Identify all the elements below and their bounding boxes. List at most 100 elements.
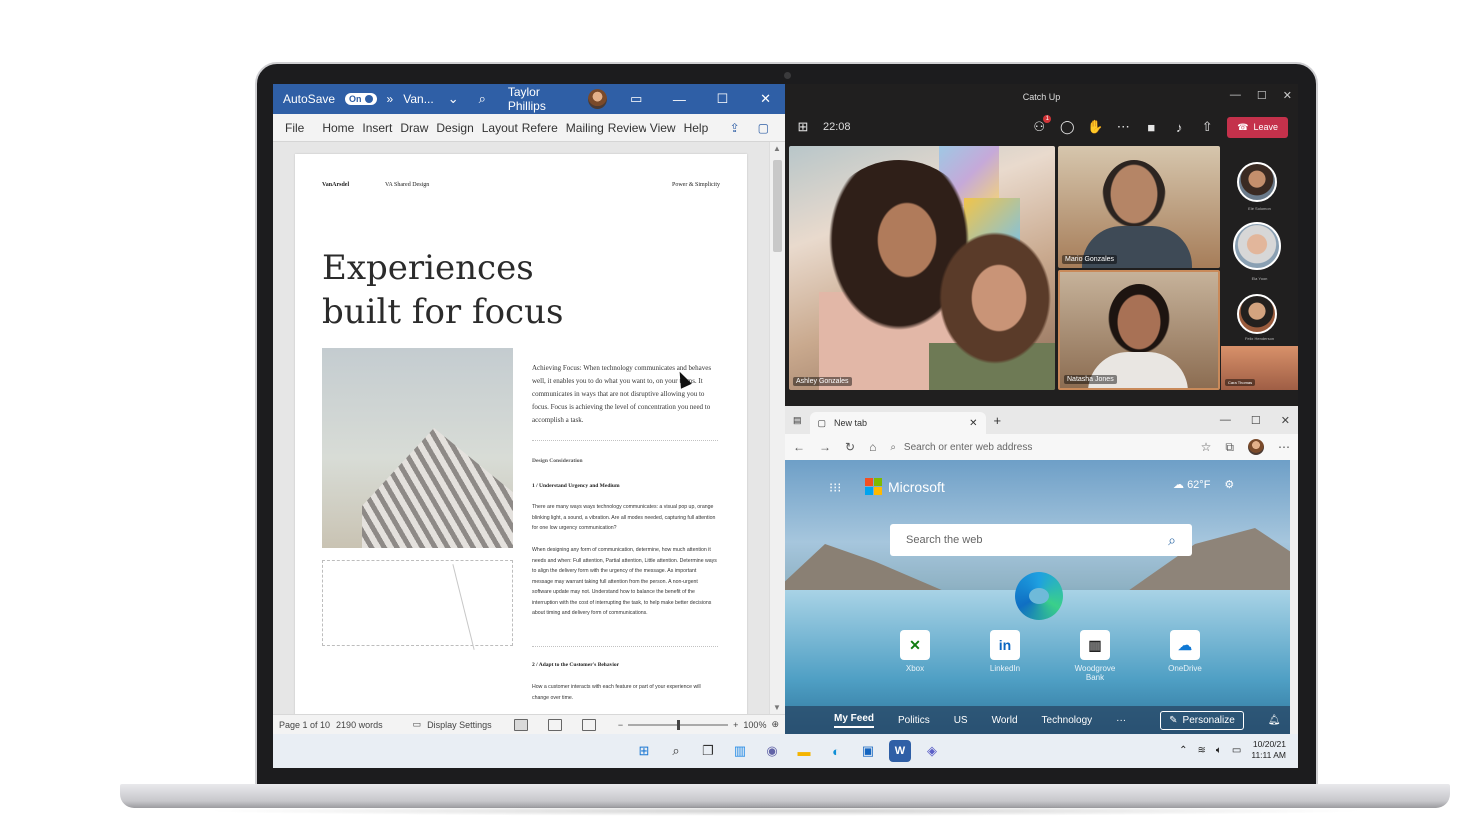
minimize-icon[interactable]: — — [670, 92, 689, 107]
minimize-icon[interactable]: — — [1230, 89, 1241, 102]
widgets-icon[interactable]: ▥ — [729, 740, 751, 762]
wifi-icon[interactable]: ≋ — [1198, 745, 1206, 756]
tab-view[interactable]: View — [646, 121, 680, 135]
start-icon[interactable]: ⊞ — [633, 740, 655, 762]
read-mode-icon[interactable] — [513, 718, 528, 731]
notifications-icon[interactable]: 🔔︎ — [1268, 715, 1281, 726]
tab-home[interactable]: Home — [318, 121, 358, 135]
participant-avatar[interactable] — [1237, 294, 1277, 334]
feed-tab-my-feed[interactable]: My Feed — [834, 713, 875, 728]
quick-link-linkedin[interactable]: in LinkedIn — [975, 630, 1035, 682]
web-search-box[interactable]: Search the web ⌕ — [890, 524, 1192, 556]
new-tab-button[interactable]: + — [994, 413, 1002, 428]
store-icon[interactable]: ▣ — [857, 740, 879, 762]
close-tab-icon[interactable]: ✕ — [969, 418, 977, 429]
user-avatar[interactable] — [587, 89, 607, 109]
favorites-icon[interactable]: ☆ — [1201, 440, 1212, 454]
word-icon[interactable]: W — [889, 740, 911, 762]
image-placeholder[interactable] — [322, 560, 513, 650]
tab-mailings[interactable]: Mailing — [562, 121, 604, 135]
feed-tab-world[interactable]: World — [992, 715, 1018, 726]
maximize-icon[interactable]: ☐ — [1257, 89, 1267, 102]
participants-icon[interactable]: ⚇ 1 — [1031, 115, 1052, 135]
tab-design[interactable]: Design — [432, 121, 477, 135]
file-explorer-icon[interactable]: ▬ — [793, 740, 815, 762]
feed-tab-technology[interactable]: Technology — [1042, 715, 1093, 726]
forward-icon[interactable]: → — [819, 440, 831, 454]
search-icon[interactable]: ⌕ — [473, 91, 492, 107]
scroll-down-icon[interactable]: ▼ — [773, 703, 781, 712]
edge-icon[interactable]: ◐ — [825, 740, 847, 762]
zoom-level[interactable]: 100% — [743, 720, 766, 730]
main-video-tile[interactable]: Ashley Gonzales — [789, 146, 1055, 390]
feed-tab-us[interactable]: US — [954, 715, 968, 726]
feed-more[interactable]: ··· — [1116, 715, 1126, 726]
quick-link-onedrive[interactable]: ☁ OneDrive — [1155, 630, 1215, 682]
app-launcher-icon[interactable]: ⁝⁝⁝ — [829, 480, 841, 496]
more-options-icon[interactable]: ⋯ — [1115, 119, 1131, 135]
tab-help[interactable]: Help — [680, 121, 713, 135]
maximize-icon[interactable]: ☐ — [1251, 414, 1261, 427]
share-icon[interactable]: ⇪ — [726, 121, 744, 135]
tab-review[interactable]: Review — [604, 121, 646, 135]
close-icon[interactable]: ✕ — [1281, 414, 1290, 427]
refresh-icon[interactable]: ↻ — [845, 440, 855, 454]
close-icon[interactable]: ✕ — [756, 91, 775, 107]
chevron-down-icon[interactable]: ⌄ — [444, 91, 463, 107]
building-photo[interactable] — [322, 348, 513, 548]
teams-icon[interactable]: ◈ — [921, 740, 943, 762]
scroll-thumb[interactable] — [773, 160, 782, 252]
participant-avatar[interactable] — [1233, 222, 1281, 270]
tab-references[interactable]: Refere — [518, 121, 562, 135]
tab-draw[interactable]: Draw — [396, 121, 432, 135]
share-screen-icon[interactable]: ⇧ — [1199, 119, 1215, 135]
focus-icon[interactable]: ⊕ — [771, 719, 779, 730]
chat-icon[interactable]: ◉ — [761, 740, 783, 762]
quick-link-xbox[interactable]: ✕ Xbox — [885, 630, 945, 682]
print-layout-icon[interactable] — [547, 718, 562, 731]
word-count[interactable]: 2190 words — [336, 720, 383, 730]
page-count[interactable]: Page 1 of 10 — [279, 720, 330, 730]
participant-avatar[interactable] — [1237, 162, 1277, 202]
zoom-in-button[interactable]: + — [733, 720, 738, 730]
collections-icon[interactable]: ⧉ — [1225, 440, 1234, 455]
page-scrollbar[interactable] — [1290, 460, 1298, 734]
document-canvas[interactable]: VanArsdel VA Shared Design Power & Simpl… — [273, 142, 785, 714]
camera-icon[interactable]: ■ — [1143, 120, 1159, 135]
page-settings-icon[interactable]: ⚙ — [1224, 478, 1234, 491]
weather-widget[interactable]: ☁ 62°F — [1173, 478, 1210, 491]
user-name[interactable]: Taylor Phillips — [508, 85, 578, 113]
minimize-icon[interactable]: — — [1220, 414, 1231, 427]
document-name[interactable]: Van... — [403, 92, 433, 106]
participant-tile[interactable]: Cara Thomas — [1221, 346, 1298, 390]
profile-avatar[interactable] — [1248, 439, 1264, 455]
back-icon[interactable]: ← — [793, 440, 805, 454]
personalize-button[interactable]: ✎ Personalize — [1160, 710, 1244, 730]
scroll-up-icon[interactable]: ▲ — [773, 144, 781, 153]
raise-hand-icon[interactable]: ✋ — [1087, 119, 1103, 135]
close-icon[interactable]: ✕ — [1283, 89, 1292, 102]
battery-icon[interactable]: ▭ — [1232, 745, 1241, 756]
layout-grid-icon[interactable]: ⊞ — [795, 119, 811, 135]
zoom-out-button[interactable]: − — [618, 720, 623, 730]
settings-more-icon[interactable]: ⋯ — [1278, 440, 1290, 454]
chat-icon[interactable]: ◯ — [1059, 119, 1075, 135]
microphone-icon[interactable]: ♪ — [1171, 120, 1187, 135]
video-tile[interactable]: Mario Gonzales — [1058, 146, 1220, 268]
volume-icon[interactable]: 🔈︎ — [1216, 745, 1222, 756]
zoom-slider[interactable] — [628, 719, 729, 730]
video-tile-active[interactable]: Natasha Jones — [1058, 270, 1220, 390]
vertical-scrollbar[interactable]: ▲ ▼ — [769, 142, 785, 714]
quick-link-woodgrove[interactable]: ▥ Woodgrove Bank — [1065, 630, 1125, 682]
feed-tab-politics[interactable]: Politics — [898, 715, 930, 726]
task-view-icon[interactable]: ❐ — [697, 740, 719, 762]
tab-actions-icon[interactable]: ▤ — [793, 415, 802, 426]
clock[interactable]: 10/20/21 11:11 AM — [1251, 739, 1286, 761]
search-icon[interactable]: ⌕ — [1168, 532, 1176, 549]
more-commands[interactable]: » — [387, 92, 394, 106]
browser-tab[interactable]: ▢ New tab ✕ — [809, 412, 986, 434]
comments-icon[interactable]: ▢ — [754, 121, 773, 135]
search-icon[interactable]: ⌕ — [665, 740, 687, 762]
autosave-toggle[interactable]: On — [345, 93, 377, 105]
tab-layout[interactable]: Layout — [478, 121, 518, 135]
